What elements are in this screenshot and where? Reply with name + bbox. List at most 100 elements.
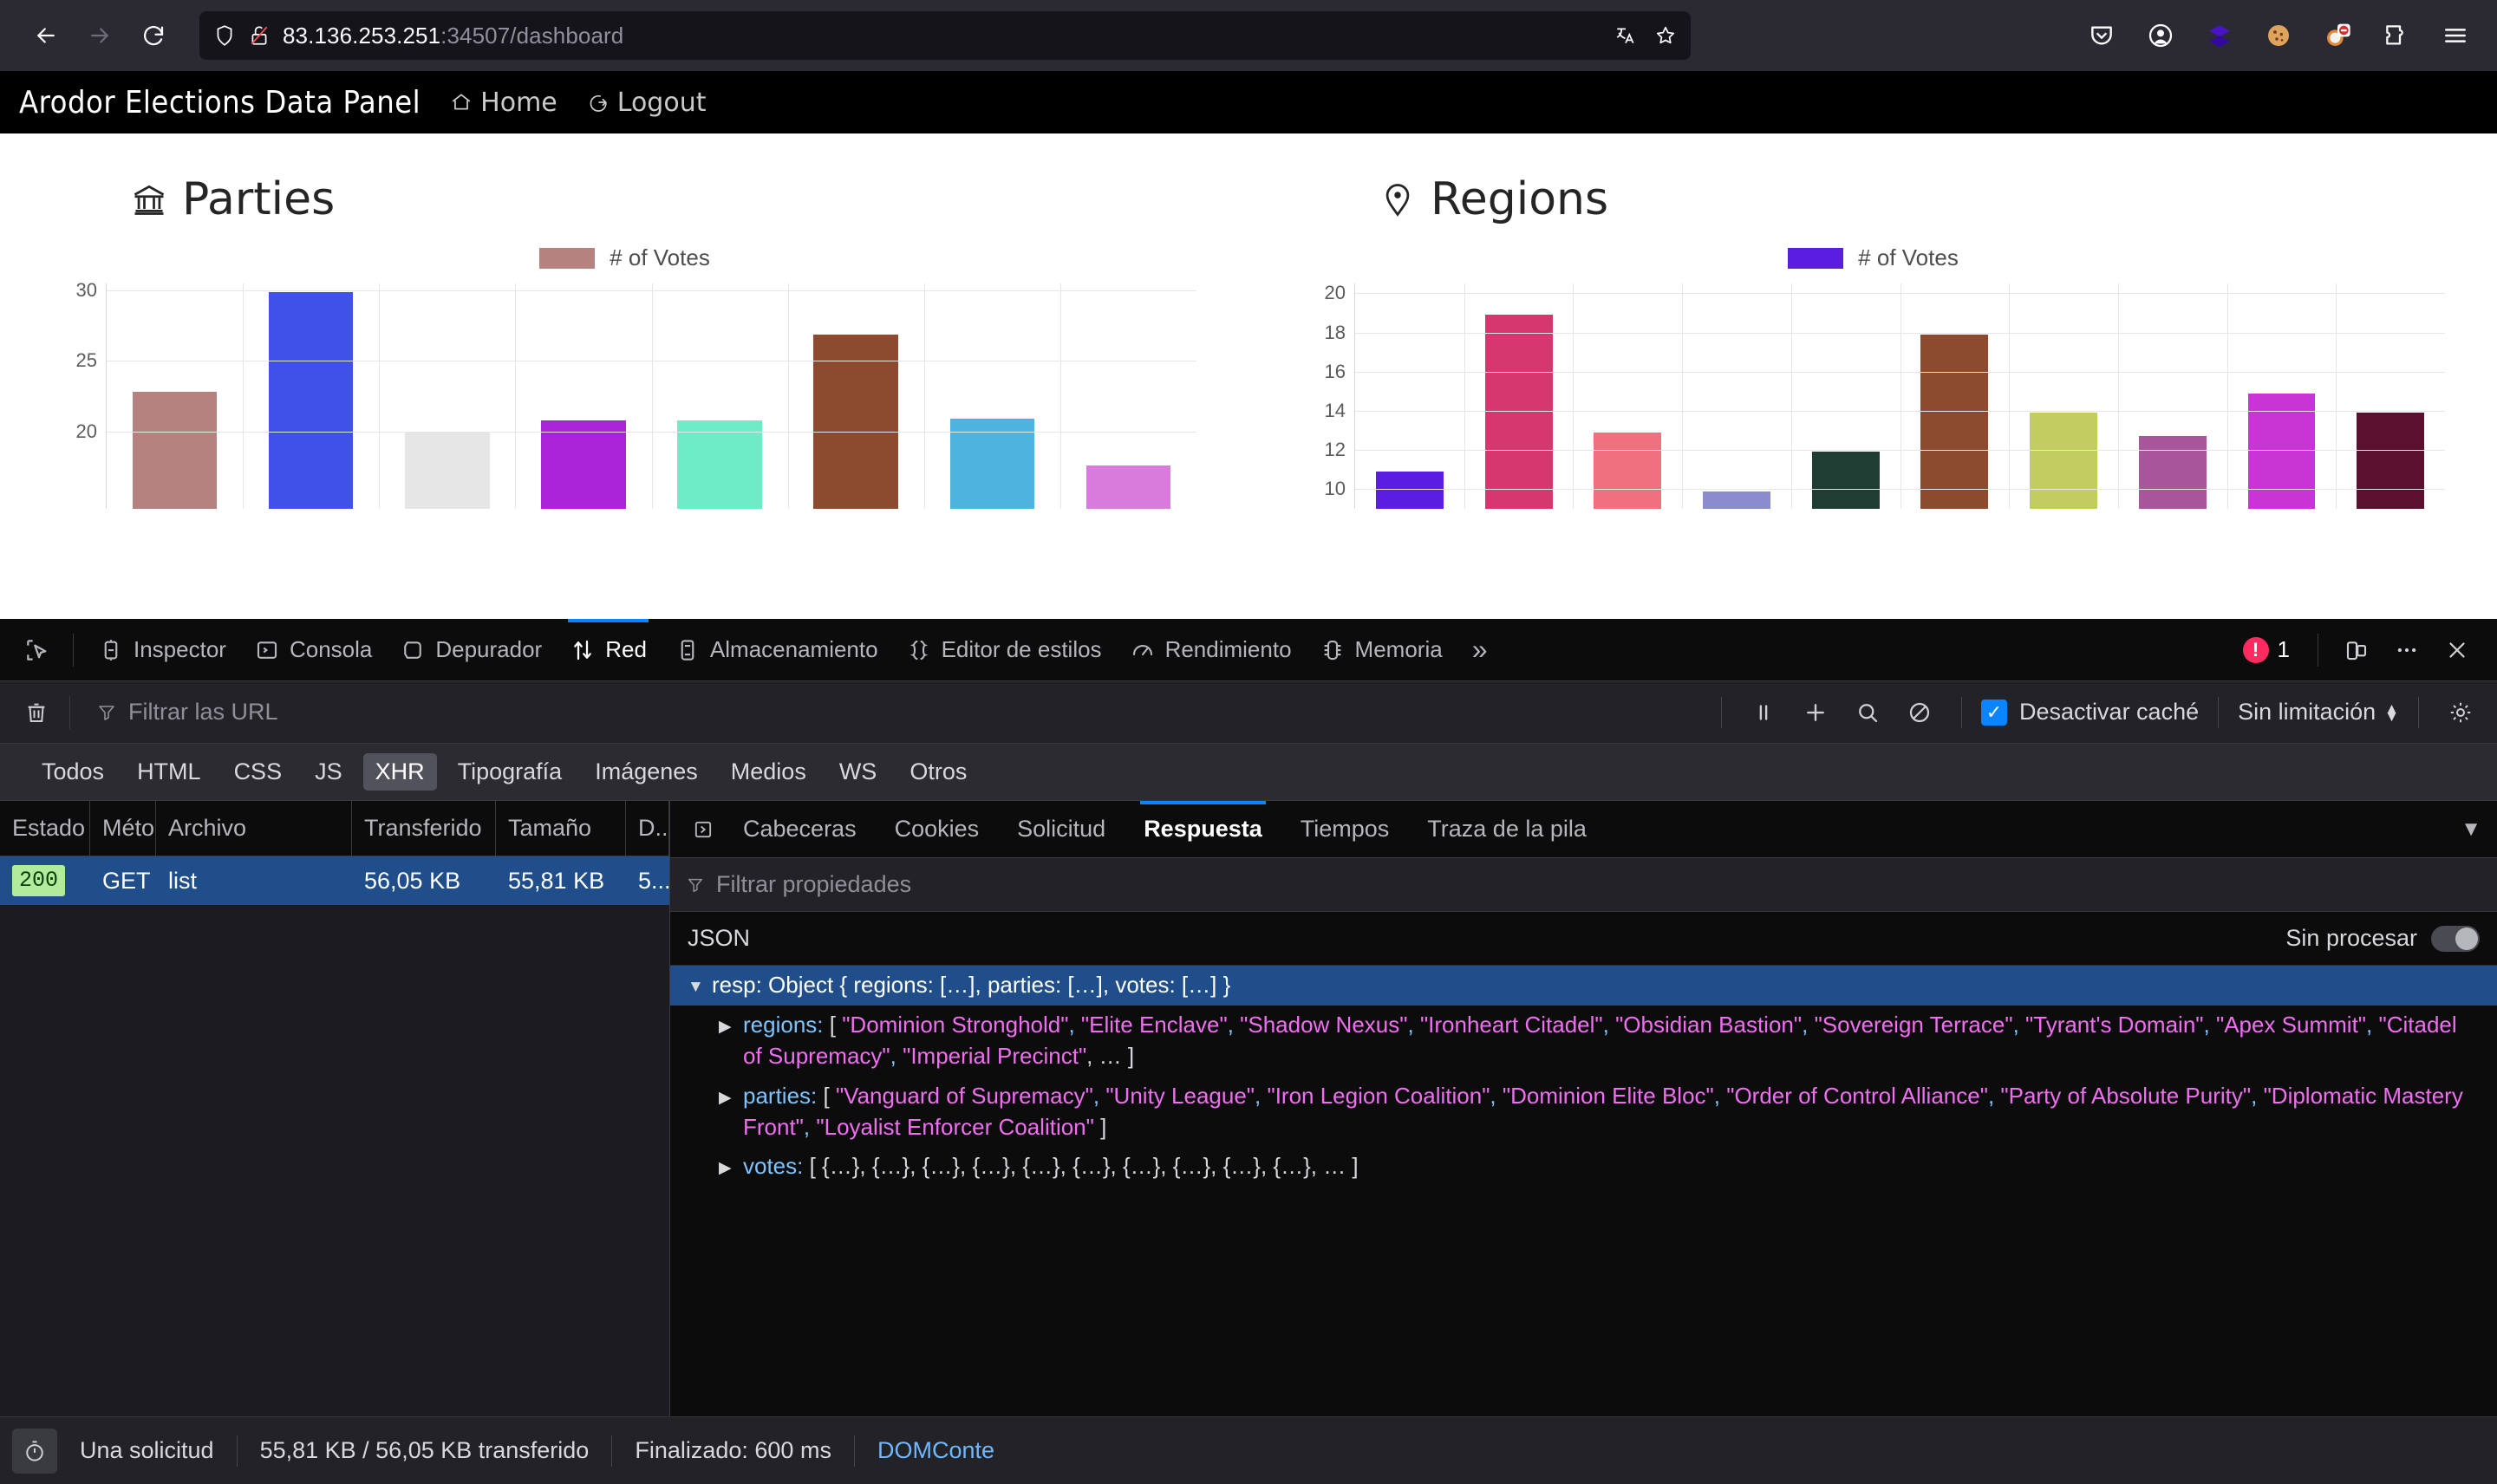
twisty-closed-icon[interactable] [719, 1151, 743, 1180]
tab-network-label: Red [605, 636, 647, 662]
type-filter-xhr[interactable]: XHR [362, 753, 437, 791]
responsive-design-mode-icon[interactable] [2334, 628, 2379, 673]
star-icon[interactable] [1654, 23, 1677, 49]
url-bar[interactable]: 83.136.253.251:34507/dashboard [199, 11, 1691, 60]
tab-style-editor[interactable]: Editor de estilos [892, 619, 1116, 681]
extensions-icon[interactable] [2379, 18, 2414, 53]
nav-link-home[interactable]: Home [450, 88, 557, 118]
expand-panel-icon[interactable] [682, 809, 724, 850]
column-header-d[interactable]: D... [626, 801, 669, 856]
json-token: , [1255, 1082, 1268, 1109]
type-filter-tipografía[interactable]: Tipografía [446, 753, 575, 791]
reload-button[interactable] [127, 9, 180, 62]
type-filter-js[interactable]: JS [303, 753, 355, 791]
json-row-parties[interactable]: parties: [ "Vanguard of Supremacy", "Uni… [670, 1077, 2497, 1148]
bar[interactable] [132, 392, 218, 509]
detail-tab-request[interactable]: Solicitud [998, 801, 1125, 858]
detail-tab-headers[interactable]: Cabeceras [724, 801, 876, 858]
bar[interactable] [1086, 465, 1171, 509]
more-options-icon[interactable] [2384, 628, 2429, 673]
gear-icon[interactable] [2438, 690, 2483, 735]
table-row[interactable]: 200 GET list 56,05 KB 55,81 KB 5... [0, 856, 669, 905]
bar[interactable] [268, 291, 354, 509]
bar[interactable] [1920, 334, 1989, 509]
detail-tab-timings[interactable]: Tiempos [1281, 801, 1409, 858]
error-badge[interactable]: ! 1 [2231, 636, 2302, 663]
throttle-select[interactable]: Sin limitación ▲ ▼ [2238, 699, 2399, 726]
pause-icon[interactable] [1741, 690, 1786, 735]
tab-inspector[interactable]: Inspector [84, 619, 240, 681]
type-filter-css[interactable]: CSS [222, 753, 295, 791]
twisty-closed-icon[interactable] [719, 1010, 743, 1038]
url-filter-input[interactable]: Filtrar las URL [96, 699, 278, 726]
column-header-status[interactable]: Estado [0, 801, 90, 856]
property-filter-input[interactable]: Filtrar propiedades [670, 858, 2497, 912]
bar[interactable] [677, 420, 762, 509]
bar[interactable] [1594, 432, 1662, 509]
gridline [651, 283, 653, 509]
type-filter-html[interactable]: HTML [125, 753, 213, 791]
translate-icon[interactable] [1614, 23, 1637, 49]
tab-network[interactable]: Red [556, 618, 661, 681]
nav-link-logout[interactable]: Logout [587, 88, 706, 118]
stopwatch-icon[interactable] [12, 1428, 57, 1474]
chevron-down-icon[interactable]: ▼ [2445, 817, 2497, 842]
detail-tab-stack-trace[interactable]: Traza de la pila [1408, 801, 1606, 858]
type-filter-medios[interactable]: Medios [719, 753, 818, 791]
disable-cache-checkbox[interactable]: ✓ Desactivar caché [1981, 699, 2199, 726]
column-header-size[interactable]: Tamaño [496, 801, 626, 856]
tab-debugger[interactable]: Depurador [386, 619, 556, 681]
tab-console[interactable]: Consola [240, 619, 386, 681]
bar[interactable] [1484, 315, 1553, 509]
raw-toggle[interactable] [2431, 925, 2480, 952]
tab-storage[interactable]: Almacenamiento [661, 619, 892, 681]
detail-tab-response[interactable]: Respuesta [1125, 800, 1281, 858]
search-icon[interactable] [1845, 690, 1890, 735]
type-filter-otros[interactable]: Otros [897, 753, 979, 791]
column-header-file[interactable]: Archivo [156, 801, 352, 856]
bar[interactable] [1375, 472, 1444, 509]
json-token: "Imperial Precinct" [903, 1042, 1087, 1069]
element-picker-icon[interactable] [12, 628, 62, 673]
close-icon[interactable] [2435, 628, 2480, 673]
type-filter-ws[interactable]: WS [827, 753, 890, 791]
bar[interactable] [405, 433, 490, 509]
pocket-icon[interactable] [2084, 18, 2119, 53]
divider [69, 695, 70, 729]
regions-plot: 10 12 14 16 18 20 [1301, 282, 2445, 509]
block-icon[interactable] [1897, 690, 1942, 735]
column-header-method[interactable]: Método [90, 801, 156, 856]
extension-blocked-icon[interactable] [2320, 18, 2355, 53]
forward-button[interactable] [73, 9, 127, 62]
bar[interactable] [1811, 452, 1880, 509]
bar[interactable] [1703, 491, 1770, 509]
type-filter-todos[interactable]: Todos [29, 753, 116, 791]
status-domcontentloaded[interactable]: DOMConte [855, 1437, 1017, 1464]
twisty-closed-icon[interactable] [719, 1081, 743, 1110]
bar[interactable] [2357, 413, 2425, 509]
raw-toggle-group[interactable]: Sin procesar [2285, 925, 2480, 952]
twisty-open-icon[interactable] [688, 970, 712, 999]
bar[interactable] [2030, 413, 2098, 509]
tab-performance[interactable]: Rendimiento [1116, 619, 1306, 681]
new-request-icon[interactable] [1793, 690, 1838, 735]
bar[interactable] [541, 420, 626, 509]
detail-tab-cookies[interactable]: Cookies [876, 801, 999, 858]
tab-memory[interactable]: Memoria [1306, 619, 1457, 681]
container-icon[interactable] [2202, 18, 2237, 53]
json-row-votes[interactable]: votes: [ {…}, {…}, {…}, {…}, {…}, {…}, {… [670, 1147, 2497, 1187]
account-icon[interactable] [2143, 18, 2178, 53]
json-row-regions[interactable]: regions: [ "Dominion Stronghold", "Elite… [670, 1006, 2497, 1077]
type-filter-imágenes[interactable]: Imágenes [583, 753, 710, 791]
chevron-double-right-icon[interactable]: » [1457, 634, 1503, 666]
cookie-icon[interactable] [2261, 18, 2296, 53]
network-split: Estado Método Archivo Transferido Tamaño… [0, 800, 2497, 1416]
menu-icon[interactable] [2438, 18, 2473, 53]
json-row-root[interactable]: resp: Object { regions: […], parties: […… [670, 966, 2497, 1006]
back-button[interactable] [19, 9, 73, 62]
json-key-parties: parties: [743, 1082, 818, 1109]
bar[interactable] [2138, 436, 2207, 509]
clear-requests-icon[interactable] [14, 690, 59, 735]
json-value-parties: [ "Vanguard of Supremacy", "Unity League… [743, 1083, 2463, 1140]
column-header-transferred[interactable]: Transferido [352, 801, 496, 856]
